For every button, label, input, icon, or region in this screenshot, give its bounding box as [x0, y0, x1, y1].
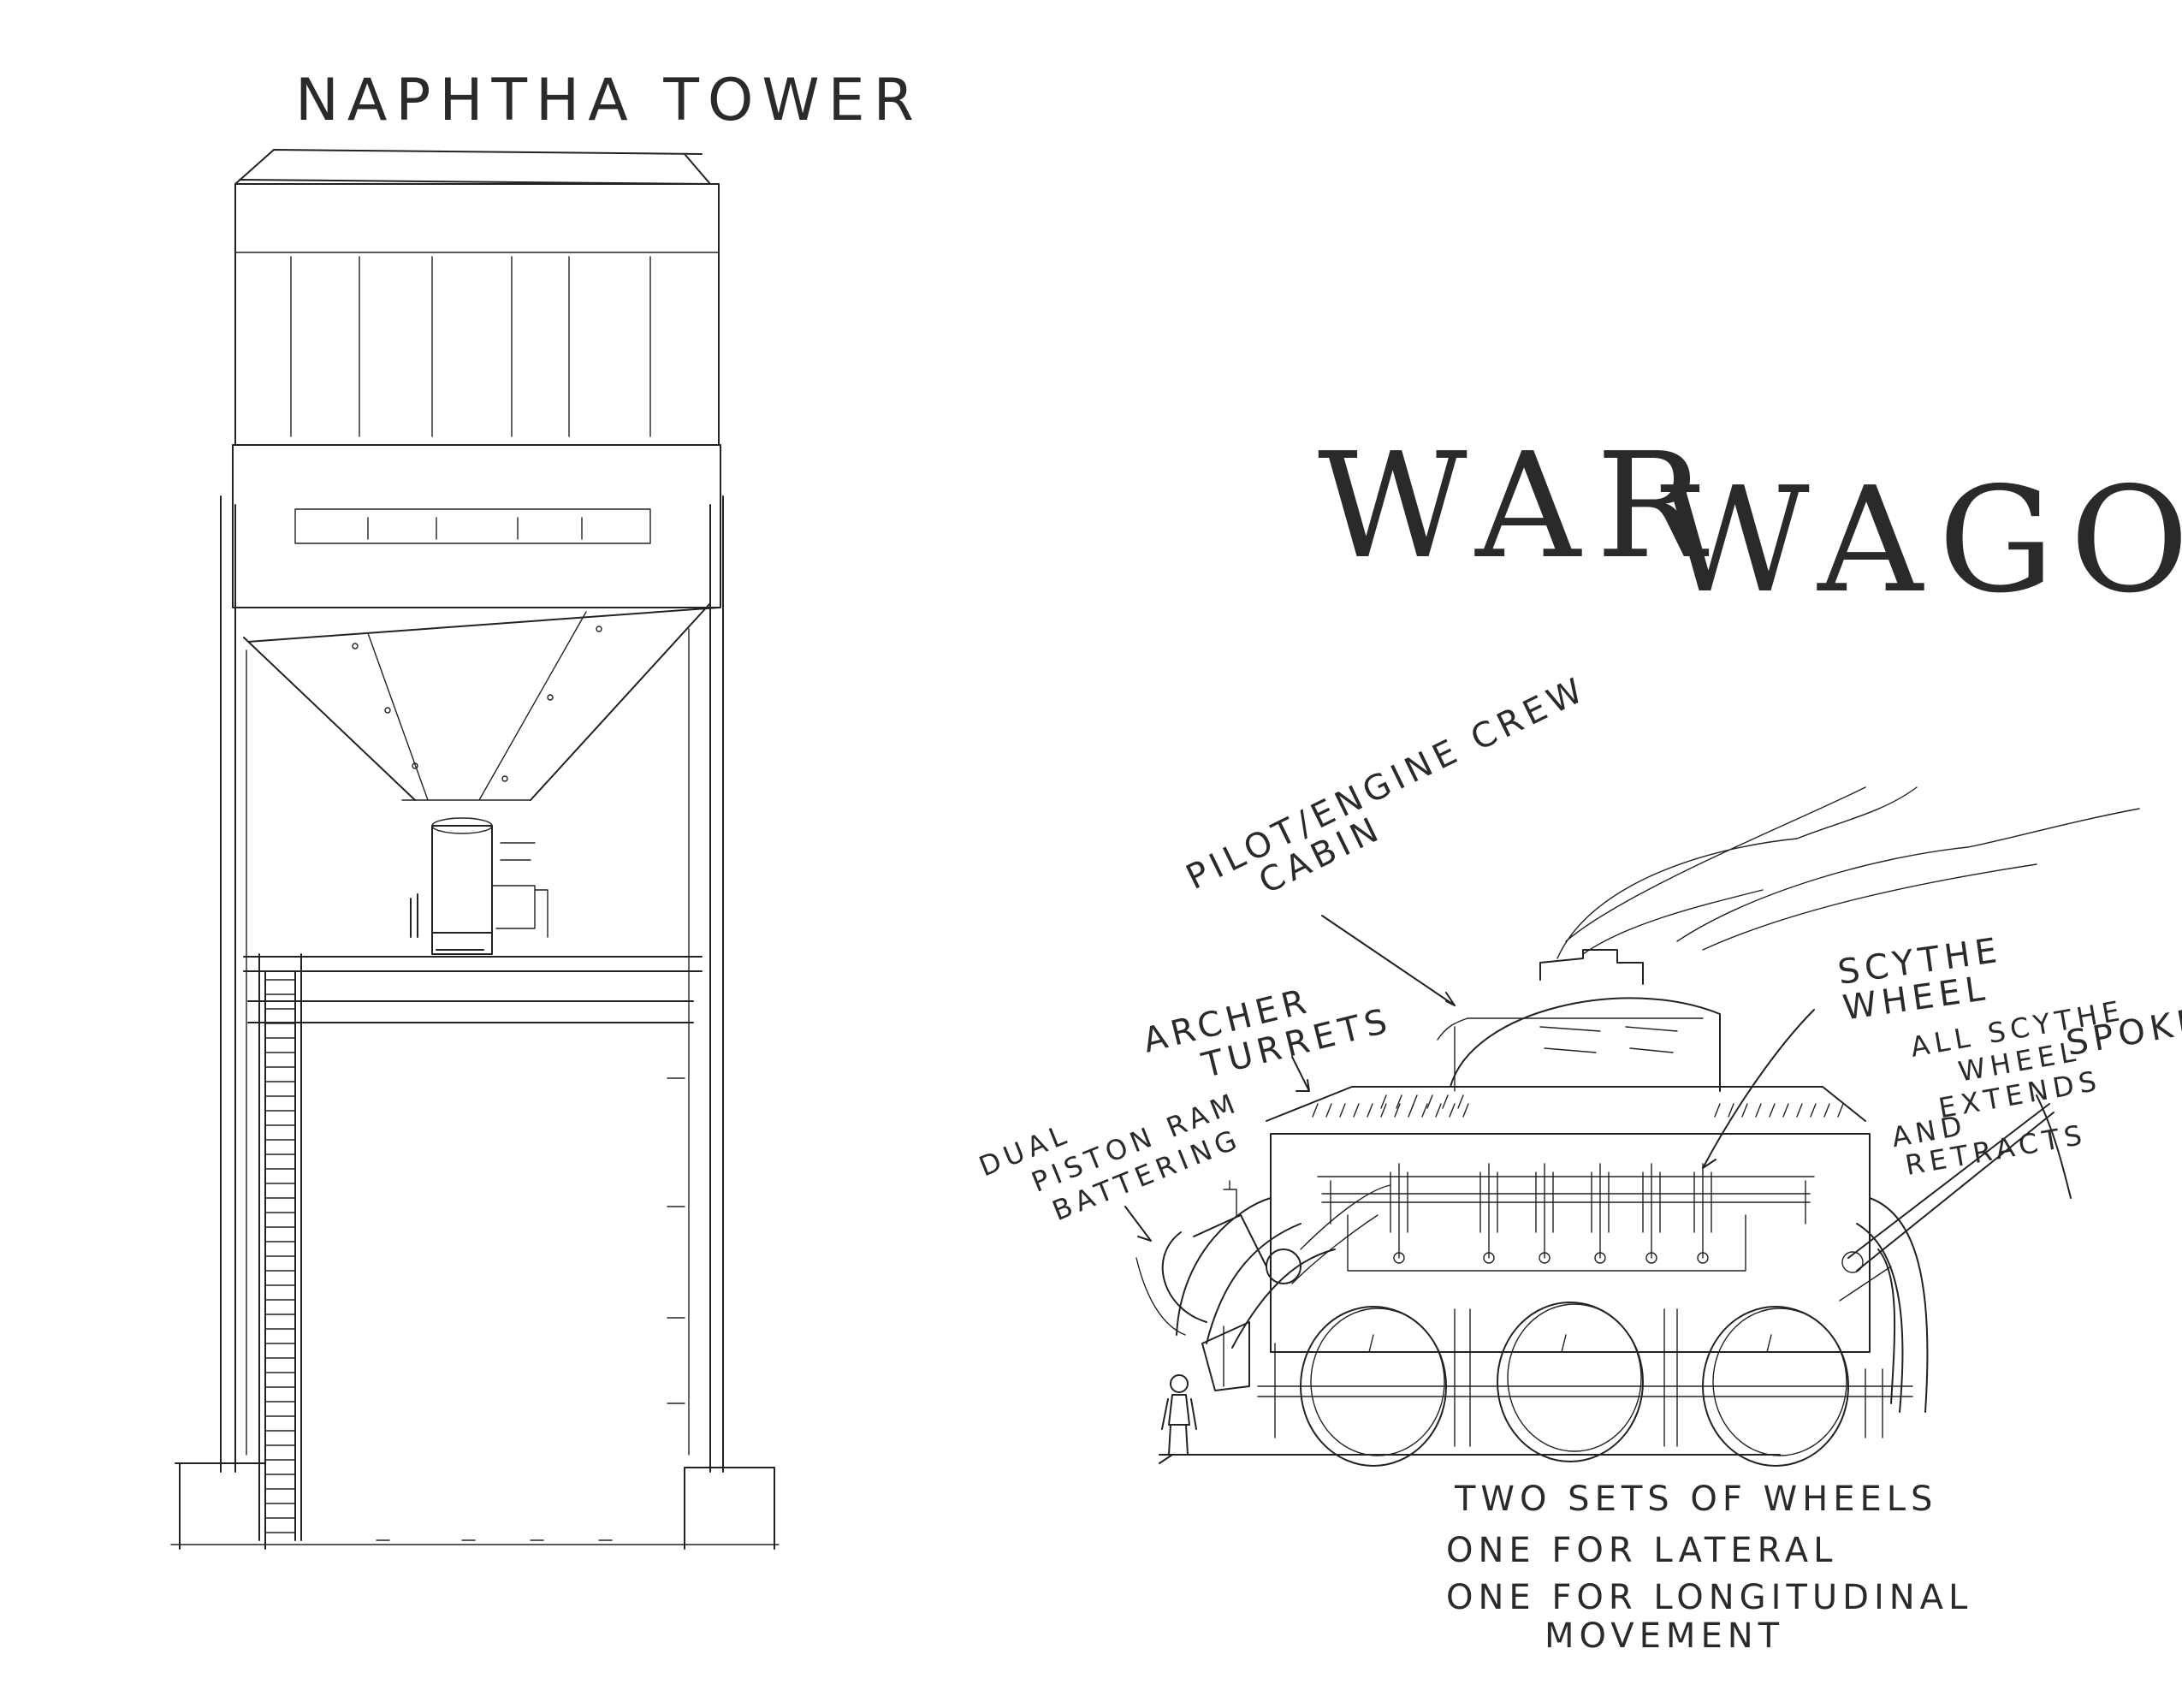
note-line4: MOVEMENT	[1545, 1616, 1784, 1656]
sketch-canvas: NAPHTHA TOWER WAR WAGO PILOT/ENGINE CREW…	[170, 67, 2182, 1656]
note-line3: ONE FOR LONGITUDINAL	[1446, 1578, 1972, 1617]
note-line1: TWO SETS OF WHEELS	[1454, 1480, 1937, 1519]
archer-turret-slits	[1312, 1094, 1844, 1118]
wagon-wheels	[1300, 1302, 1849, 1467]
naphtha-tower-drawing: NAPHTHA TOWER	[170, 67, 922, 1550]
human-scale-figure	[1161, 1374, 1197, 1456]
note-line2: ONE FOR LATERAL	[1446, 1531, 1837, 1570]
ladder-rungs	[264, 979, 296, 1533]
wagon-title-wagon: WAGON	[1660, 456, 2182, 626]
label-cabin-line1: PILOT/ENGINE CREW	[1180, 669, 1593, 898]
war-wagon-drawing: WAR WAGON	[975, 422, 2182, 1656]
tower-title: NAPHTHA TOWER	[295, 67, 922, 134]
scythe-wheel-axles	[1390, 1163, 1712, 1264]
